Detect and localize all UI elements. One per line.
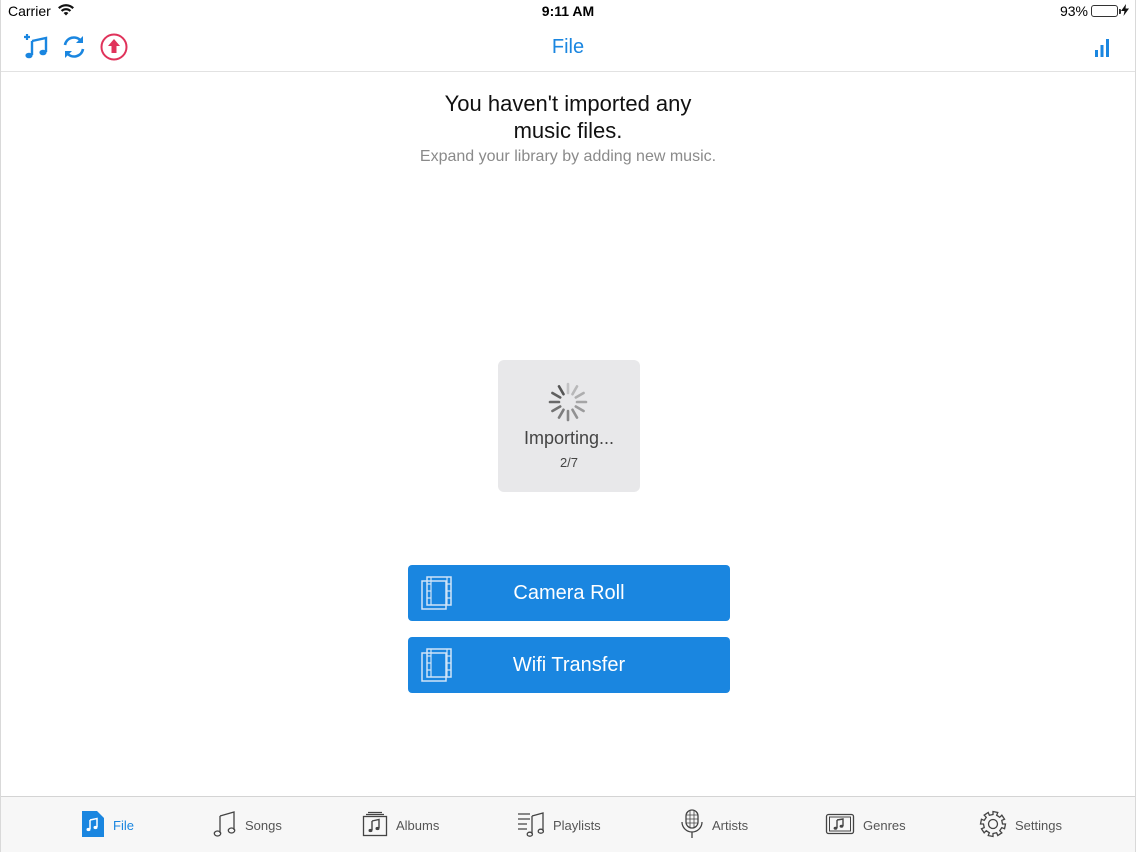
tab-file[interactable]: File — [81, 810, 134, 840]
tab-label: File — [113, 817, 134, 833]
genre-icon — [825, 812, 855, 839]
wifi-transfer-label: Wifi Transfer — [512, 654, 626, 676]
empty-state-subtitle: Expand your library by adding new music. — [419, 148, 717, 165]
tab-label: Songs — [245, 817, 282, 833]
tab-songs[interactable]: Songs — [213, 810, 282, 840]
tab-label: Genres — [863, 817, 906, 833]
battery-icon — [1091, 5, 1121, 17]
tab-label: Playlists — [553, 817, 601, 833]
wifi-transfer-button[interactable]: Wifi Transfer — [408, 637, 730, 693]
playlist-icon — [517, 810, 545, 841]
tab-albums[interactable]: Albums — [362, 810, 439, 840]
tab-settings[interactable]: Settings — [979, 810, 1062, 840]
tab-artists[interactable]: Artists — [680, 808, 749, 842]
spinner-icon — [548, 382, 588, 422]
screen: Carrier 9:11 AM 93% File You haven't imp… — [0, 0, 1136, 852]
album-icon — [362, 811, 388, 840]
tab-genres[interactable]: Genres — [825, 810, 906, 840]
tab-label: Artists — [712, 817, 749, 833]
tab-label: Settings — [1015, 817, 1062, 833]
camera-roll-button[interactable]: Camera Roll — [408, 565, 730, 621]
empty-state-title: You haven't imported any music files. — [1, 90, 1135, 144]
microphone-icon — [680, 808, 704, 842]
bolt-icon — [1121, 3, 1129, 19]
hud-label: Importing... — [523, 428, 615, 448]
gear-icon — [979, 810, 1007, 841]
empty-title-line1: You haven't imported any — [444, 91, 692, 116]
battery-percent: 93% — [1059, 3, 1088, 19]
tab-playlists[interactable]: Playlists — [517, 810, 601, 840]
status-bar: Carrier 9:11 AM 93% — [1, 0, 1135, 22]
music-note-icon — [213, 810, 237, 841]
tab-label: Albums — [396, 817, 440, 833]
status-right: 93% — [1060, 3, 1129, 19]
tab-bar: File Songs Albums Playlists Artists Genr… — [1, 796, 1135, 852]
status-time: 9:11 AM — [541, 3, 595, 19]
hud-progress: 2/7 — [559, 455, 579, 470]
import-progress-hud: Importing... 2/7 — [498, 360, 640, 492]
signal-bars-icon[interactable] — [1087, 32, 1117, 62]
empty-title-line2: music files. — [513, 118, 623, 143]
file-music-icon — [81, 810, 105, 841]
nav-bar: File — [1, 22, 1135, 72]
nav-title: File — [551, 36, 585, 58]
camera-roll-label: Camera Roll — [513, 582, 625, 604]
